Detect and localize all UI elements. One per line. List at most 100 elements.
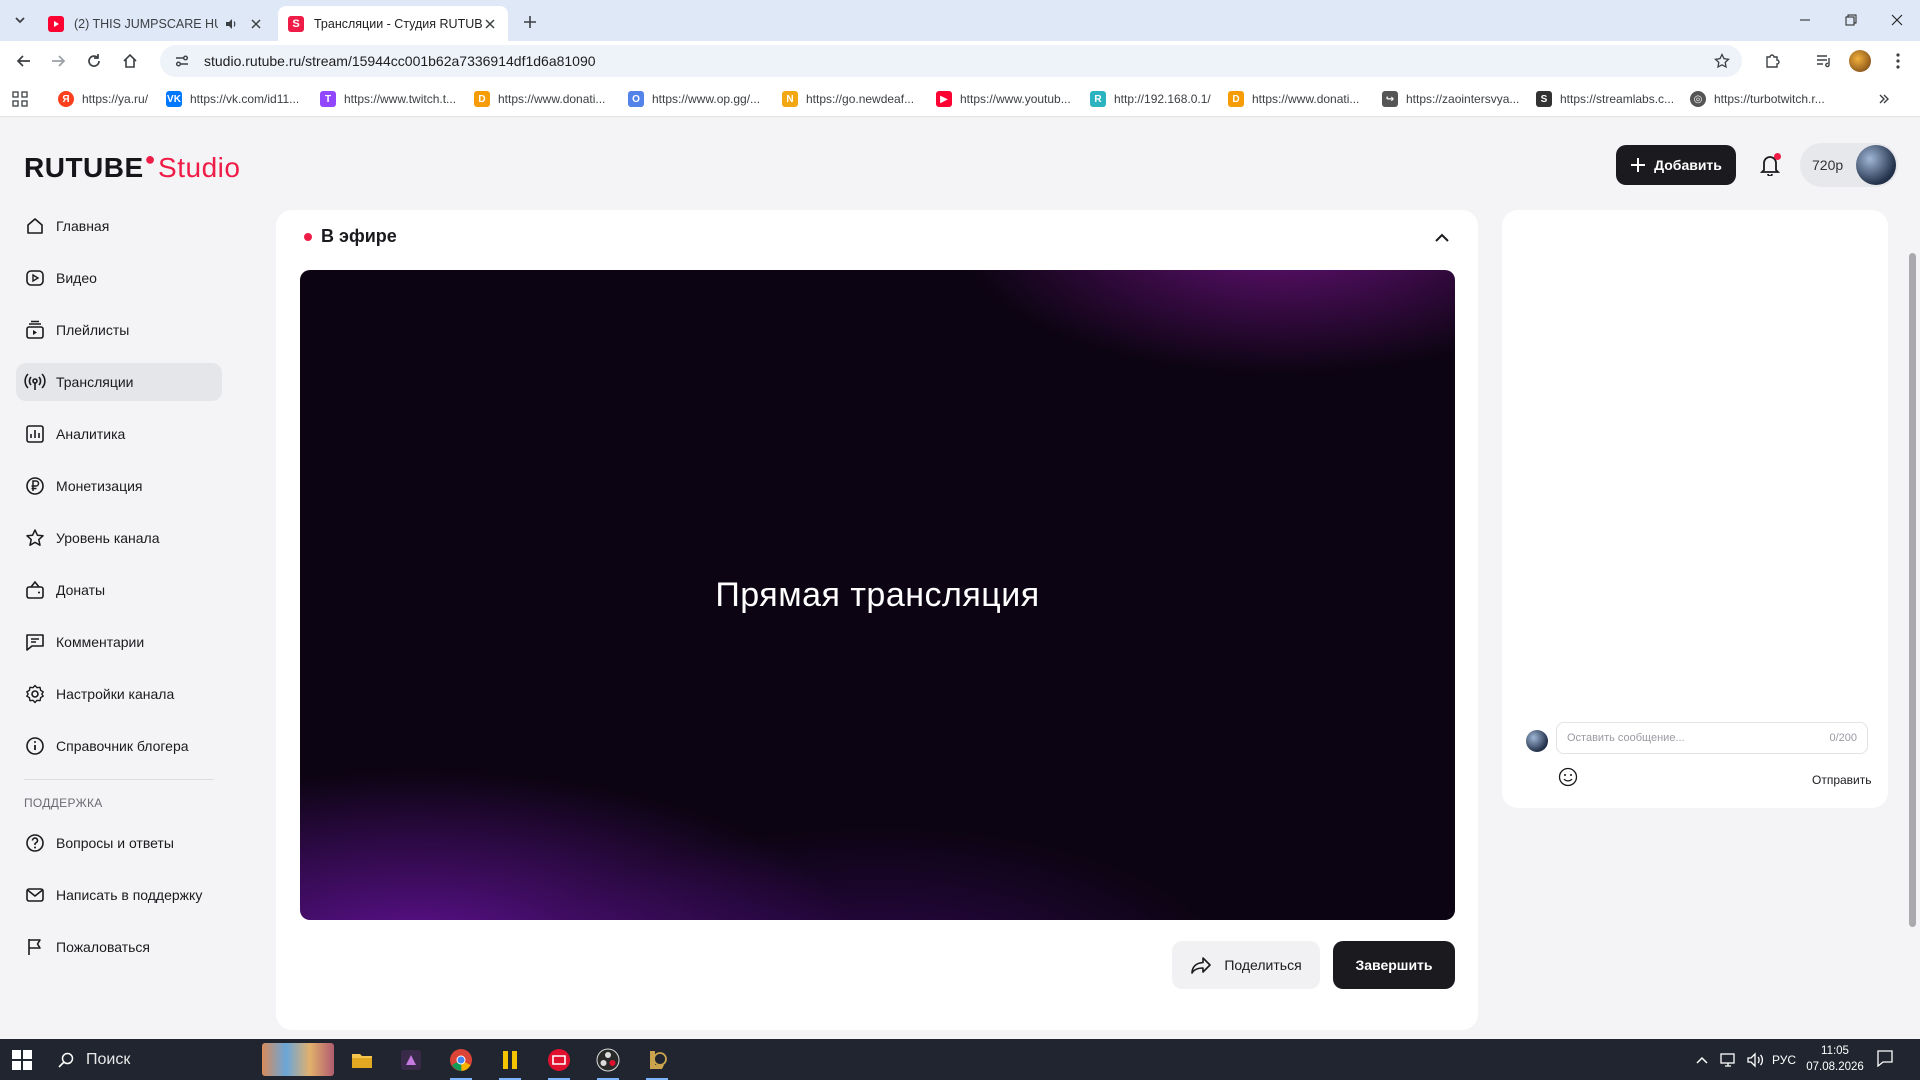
action-center-button[interactable] [1876,1049,1898,1069]
donationalerts-icon: D [474,91,490,107]
reload-icon [88,54,100,67]
restore-button[interactable] [1836,8,1866,32]
forward-button[interactable] [46,49,70,73]
speaker-icon[interactable] [224,17,238,31]
bookmark-item[interactable]: VK https://vk.com/id11... [166,90,299,108]
sidebar-item-write-support[interactable]: Написать в поддержку [16,876,222,914]
media-queue-icon [1817,55,1830,68]
quality-label: 720p [1812,157,1844,173]
sidebar-item-faq[interactable]: Вопросы и ответы [16,824,222,862]
chat-message-input[interactable]: Оставить сообщение... 0/200 [1556,722,1868,754]
chrome-icon[interactable] [444,1045,478,1080]
star-icon [1714,53,1730,69]
page-scrollbar[interactable] [1905,117,1920,1039]
arrow-right-icon [52,55,66,67]
share-button[interactable]: Поделиться [1172,941,1320,989]
system-clock[interactable]: 11:05 07.08.2026 [1800,1043,1870,1075]
streaming-app-icon[interactable] [542,1045,576,1080]
new-tab-button[interactable] [518,10,542,34]
game-app-icon[interactable] [394,1045,428,1075]
bookmark-item[interactable]: Dhttps://www.donati... [474,90,605,108]
apps-button[interactable] [12,90,28,108]
extensions-button[interactable] [1760,49,1784,73]
bookmark-item[interactable]: Shttps://streamlabs.c... [1536,90,1674,108]
browser-tab-rutube[interactable]: S Трансляции - Студия RUTUBE [278,6,508,41]
windows-logo-icon [12,1050,21,1059]
bookmark-item[interactable]: ◎ https://turbotwitch.r... [1690,90,1825,108]
league-client-icon[interactable] [640,1045,674,1080]
browser-tab-youtube[interactable]: (2) THIS JUMPSCARE HURT [38,6,274,41]
sidebar-item-broadcasts[interactable]: Трансляции [16,363,222,401]
star-icon [24,527,46,549]
opgg-icon: O [628,91,644,107]
reload-button[interactable] [82,49,106,73]
pause-app-icon[interactable] [493,1045,527,1080]
language-indicator[interactable]: РУС [1772,1039,1796,1080]
home-button[interactable] [118,49,142,73]
tab-title: Трансляции - Студия RUTUBE [314,16,482,31]
close-icon[interactable] [482,16,498,32]
windows-start-button[interactable] [12,1050,32,1070]
apps-grid-icon [12,91,28,107]
back-button[interactable] [12,49,36,73]
stream-player[interactable]: Прямая трансляция [300,270,1455,920]
bookmark-item[interactable]: ↪ https://zaointersvya... [1382,90,1519,108]
browser-menu-button[interactable] [1886,49,1910,73]
bookmark-item[interactable]: Thttps://www.twitch.t... [320,90,456,108]
minimize-button[interactable] [1790,8,1820,32]
sidebar-item-monetization[interactable]: Монетизация [16,467,222,505]
more-bookmarks-button[interactable] [1878,90,1890,108]
profile-menu[interactable]: 720p [1800,143,1898,187]
close-icon[interactable] [248,16,264,32]
youtube-icon [48,15,64,32]
tab-search-button[interactable] [8,8,32,32]
network-icon[interactable] [1720,1039,1738,1080]
notification-badge [1774,153,1781,160]
sidebar-item-playlists[interactable]: Плейлисты [16,311,222,349]
minimize-icon [1800,19,1810,21]
sidebar-item-channel-level[interactable]: Уровень канала [16,519,222,557]
search-highlight-image[interactable] [262,1043,334,1076]
add-button[interactable]: Добавить [1616,145,1736,185]
sidebar-item-channel-settings[interactable]: Настройки канала [16,675,222,713]
finish-stream-button[interactable]: Завершить [1333,941,1455,989]
video-icon [24,267,46,289]
bookmark-item[interactable]: ▶ https://www.youtub... [936,90,1071,108]
bookmark-item[interactable]: Ohttps://www.op.gg/... [628,90,760,108]
sidebar-item-blogger-guide[interactable]: Справочник блогера [16,727,222,765]
file-explorer-icon[interactable] [345,1045,379,1075]
bookmark-item[interactable]: Nhttps://go.newdeaf... [782,90,914,108]
show-hidden-icons-button[interactable] [1696,1039,1708,1080]
search-icon [58,1052,74,1068]
clock-time: 11:05 [1821,1045,1849,1057]
logo-dot: ● [144,149,157,169]
obs-icon[interactable] [591,1045,625,1080]
emoji-button[interactable] [1556,765,1580,789]
volume-icon[interactable] [1746,1039,1764,1080]
taskbar-search[interactable]: Поиск [48,1039,262,1080]
bookmark-star-button[interactable] [1710,49,1734,73]
browser-tab-strip: (2) THIS JUMPSCARE HURT S Трансляции - С… [0,0,1920,41]
globe-icon: ◎ [1690,91,1706,107]
sidebar-item-video[interactable]: Видео [16,259,222,297]
media-control-button[interactable] [1812,49,1836,73]
scrollbar-thumb[interactable] [1909,253,1916,927]
sidebar-item-analytics[interactable]: Аналитика [16,415,222,453]
on-air-status: В эфире [304,226,397,247]
sidebar-item-comments[interactable]: Комментарии [16,623,222,661]
sidebar-item-donations[interactable]: Донаты [16,571,222,609]
notifications-button[interactable] [1756,151,1784,179]
bookmark-item[interactable]: Rhttp://192.168.0.1/ [1090,90,1211,108]
profile-button[interactable] [1848,49,1872,73]
rutube-studio-logo[interactable]: RUTUBE ● Studio [24,149,240,184]
bookmark-item[interactable]: Яhttps://ya.ru/ [58,90,148,108]
bookmark-item[interactable]: Dhttps://www.donati... [1228,90,1359,108]
address-bar[interactable]: studio.rutube.ru/stream/15944cc001b62a73… [160,45,1742,77]
close-window-button[interactable] [1882,8,1912,32]
send-button[interactable]: Отправить [1812,773,1872,787]
collapse-button[interactable] [1428,224,1456,252]
sidebar-item-home[interactable]: Главная [16,207,222,245]
chevron-up-icon [1435,233,1449,242]
sidebar-item-report[interactable]: Пожаловаться [16,928,222,966]
kebab-menu-icon [1896,53,1900,69]
